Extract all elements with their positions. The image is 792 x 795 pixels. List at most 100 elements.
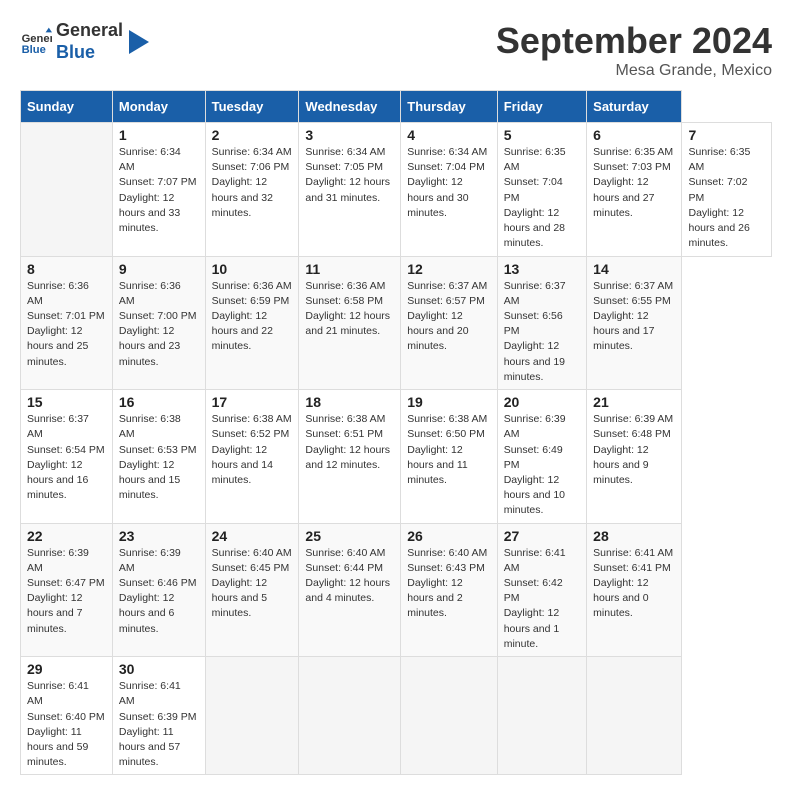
page-header: General Blue General Blue September 2024… — [20, 20, 772, 80]
day-info: Sunrise: 6:35 AMSunset: 7:03 PMDaylight:… — [593, 146, 673, 219]
day-number: 11 — [305, 261, 394, 277]
day-cell: 19 Sunrise: 6:38 AMSunset: 6:50 PMDaylig… — [401, 390, 497, 524]
title-section: September 2024 Mesa Grande, Mexico — [496, 20, 772, 80]
day-cell — [401, 657, 497, 775]
logo-icon: General Blue — [20, 26, 52, 58]
day-cell: 7 Sunrise: 6:35 AMSunset: 7:02 PMDayligh… — [682, 123, 772, 257]
day-cell: 21 Sunrise: 6:39 AMSunset: 6:48 PMDaylig… — [587, 390, 682, 524]
day-info: Sunrise: 6:40 AMSunset: 6:45 PMDaylight:… — [212, 547, 292, 620]
day-info: Sunrise: 6:34 AMSunset: 7:07 PMDaylight:… — [119, 146, 197, 234]
day-info: Sunrise: 6:37 AMSunset: 6:54 PMDaylight:… — [27, 413, 105, 501]
day-cell: 14 Sunrise: 6:37 AMSunset: 6:55 PMDaylig… — [587, 256, 682, 390]
header-cell-saturday: Saturday — [587, 91, 682, 123]
day-number: 9 — [119, 261, 199, 277]
day-info: Sunrise: 6:41 AMSunset: 6:41 PMDaylight:… — [593, 547, 673, 620]
header-cell-tuesday: Tuesday — [205, 91, 299, 123]
day-cell: 18 Sunrise: 6:38 AMSunset: 6:51 PMDaylig… — [299, 390, 401, 524]
day-number: 8 — [27, 261, 106, 277]
day-info: Sunrise: 6:40 AMSunset: 6:43 PMDaylight:… — [407, 547, 487, 620]
day-number: 12 — [407, 261, 490, 277]
day-number: 24 — [212, 528, 293, 544]
day-info: Sunrise: 6:38 AMSunset: 6:53 PMDaylight:… — [119, 413, 197, 501]
day-cell — [497, 657, 586, 775]
week-row-4: 22 Sunrise: 6:39 AMSunset: 6:47 PMDaylig… — [21, 523, 772, 657]
day-info: Sunrise: 6:39 AMSunset: 6:46 PMDaylight:… — [119, 547, 197, 635]
day-info: Sunrise: 6:37 AMSunset: 6:55 PMDaylight:… — [593, 280, 673, 353]
day-cell: 27 Sunrise: 6:41 AMSunset: 6:42 PMDaylig… — [497, 523, 586, 657]
day-cell: 10 Sunrise: 6:36 AMSunset: 6:59 PMDaylig… — [205, 256, 299, 390]
day-cell: 25 Sunrise: 6:40 AMSunset: 6:44 PMDaylig… — [299, 523, 401, 657]
week-row-3: 15 Sunrise: 6:37 AMSunset: 6:54 PMDaylig… — [21, 390, 772, 524]
day-info: Sunrise: 6:35 AMSunset: 7:04 PMDaylight:… — [504, 146, 566, 249]
day-cell: 28 Sunrise: 6:41 AMSunset: 6:41 PMDaylig… — [587, 523, 682, 657]
day-cell: 30 Sunrise: 6:41 AMSunset: 6:39 PMDaylig… — [112, 657, 205, 775]
day-cell: 2 Sunrise: 6:34 AMSunset: 7:06 PMDayligh… — [205, 123, 299, 257]
day-info: Sunrise: 6:36 AMSunset: 7:00 PMDaylight:… — [119, 280, 197, 368]
day-info: Sunrise: 6:34 AMSunset: 7:04 PMDaylight:… — [407, 146, 487, 219]
day-cell: 1 Sunrise: 6:34 AMSunset: 7:07 PMDayligh… — [112, 123, 205, 257]
day-number: 7 — [688, 127, 765, 143]
day-cell: 8 Sunrise: 6:36 AMSunset: 7:01 PMDayligh… — [21, 256, 113, 390]
day-info: Sunrise: 6:35 AMSunset: 7:02 PMDaylight:… — [688, 146, 750, 249]
day-info: Sunrise: 6:38 AMSunset: 6:52 PMDaylight:… — [212, 413, 292, 486]
day-number: 15 — [27, 394, 106, 410]
day-cell: 12 Sunrise: 6:37 AMSunset: 6:57 PMDaylig… — [401, 256, 497, 390]
day-info: Sunrise: 6:36 AMSunset: 7:01 PMDaylight:… — [27, 280, 105, 368]
day-number: 30 — [119, 661, 199, 677]
day-number: 21 — [593, 394, 675, 410]
day-number: 1 — [119, 127, 199, 143]
day-cell: 20 Sunrise: 6:39 AMSunset: 6:49 PMDaylig… — [497, 390, 586, 524]
week-row-1: 1 Sunrise: 6:34 AMSunset: 7:07 PMDayligh… — [21, 123, 772, 257]
calendar-table: SundayMondayTuesdayWednesdayThursdayFrid… — [20, 90, 772, 775]
day-cell: 13 Sunrise: 6:37 AMSunset: 6:56 PMDaylig… — [497, 256, 586, 390]
day-cell: 29 Sunrise: 6:41 AMSunset: 6:40 PMDaylig… — [21, 657, 113, 775]
day-info: Sunrise: 6:40 AMSunset: 6:44 PMDaylight:… — [305, 547, 390, 605]
day-number: 20 — [504, 394, 580, 410]
day-cell — [299, 657, 401, 775]
day-info: Sunrise: 6:34 AMSunset: 7:05 PMDaylight:… — [305, 146, 390, 204]
svg-text:Blue: Blue — [22, 44, 46, 56]
calendar-header: SundayMondayTuesdayWednesdayThursdayFrid… — [21, 91, 772, 123]
day-number: 23 — [119, 528, 199, 544]
day-info: Sunrise: 6:41 AMSunset: 6:42 PMDaylight:… — [504, 547, 566, 650]
header-row: SundayMondayTuesdayWednesdayThursdayFrid… — [21, 91, 772, 123]
day-number: 16 — [119, 394, 199, 410]
day-number: 28 — [593, 528, 675, 544]
day-number: 27 — [504, 528, 580, 544]
day-cell: 26 Sunrise: 6:40 AMSunset: 6:43 PMDaylig… — [401, 523, 497, 657]
day-cell: 11 Sunrise: 6:36 AMSunset: 6:58 PMDaylig… — [299, 256, 401, 390]
day-number: 5 — [504, 127, 580, 143]
day-info: Sunrise: 6:41 AMSunset: 6:39 PMDaylight:… — [119, 680, 197, 768]
day-cell: 17 Sunrise: 6:38 AMSunset: 6:52 PMDaylig… — [205, 390, 299, 524]
day-number: 3 — [305, 127, 394, 143]
logo-arrow-icon — [129, 30, 149, 54]
day-number: 4 — [407, 127, 490, 143]
day-info: Sunrise: 6:41 AMSunset: 6:40 PMDaylight:… — [27, 680, 105, 768]
day-info: Sunrise: 6:38 AMSunset: 6:51 PMDaylight:… — [305, 413, 390, 471]
day-info: Sunrise: 6:36 AMSunset: 6:59 PMDaylight:… — [212, 280, 292, 353]
calendar-body: 1 Sunrise: 6:34 AMSunset: 7:07 PMDayligh… — [21, 123, 772, 775]
svg-text:General: General — [22, 33, 52, 45]
day-number: 10 — [212, 261, 293, 277]
day-info: Sunrise: 6:37 AMSunset: 6:57 PMDaylight:… — [407, 280, 487, 353]
day-info: Sunrise: 6:39 AMSunset: 6:49 PMDaylight:… — [504, 413, 566, 516]
day-cell: 15 Sunrise: 6:37 AMSunset: 6:54 PMDaylig… — [21, 390, 113, 524]
day-cell: 6 Sunrise: 6:35 AMSunset: 7:03 PMDayligh… — [587, 123, 682, 257]
day-number: 13 — [504, 261, 580, 277]
header-cell-sunday: Sunday — [21, 91, 113, 123]
day-number: 14 — [593, 261, 675, 277]
header-cell-wednesday: Wednesday — [299, 91, 401, 123]
day-number: 17 — [212, 394, 293, 410]
day-number: 22 — [27, 528, 106, 544]
day-info: Sunrise: 6:36 AMSunset: 6:58 PMDaylight:… — [305, 280, 390, 338]
empty-cell — [21, 123, 113, 257]
day-info: Sunrise: 6:37 AMSunset: 6:56 PMDaylight:… — [504, 280, 566, 383]
day-cell — [205, 657, 299, 775]
logo: General Blue General Blue — [20, 20, 149, 63]
header-cell-monday: Monday — [112, 91, 205, 123]
day-cell: 3 Sunrise: 6:34 AMSunset: 7:05 PMDayligh… — [299, 123, 401, 257]
day-number: 6 — [593, 127, 675, 143]
day-cell: 9 Sunrise: 6:36 AMSunset: 7:00 PMDayligh… — [112, 256, 205, 390]
location-subtitle: Mesa Grande, Mexico — [496, 62, 772, 80]
day-number: 2 — [212, 127, 293, 143]
